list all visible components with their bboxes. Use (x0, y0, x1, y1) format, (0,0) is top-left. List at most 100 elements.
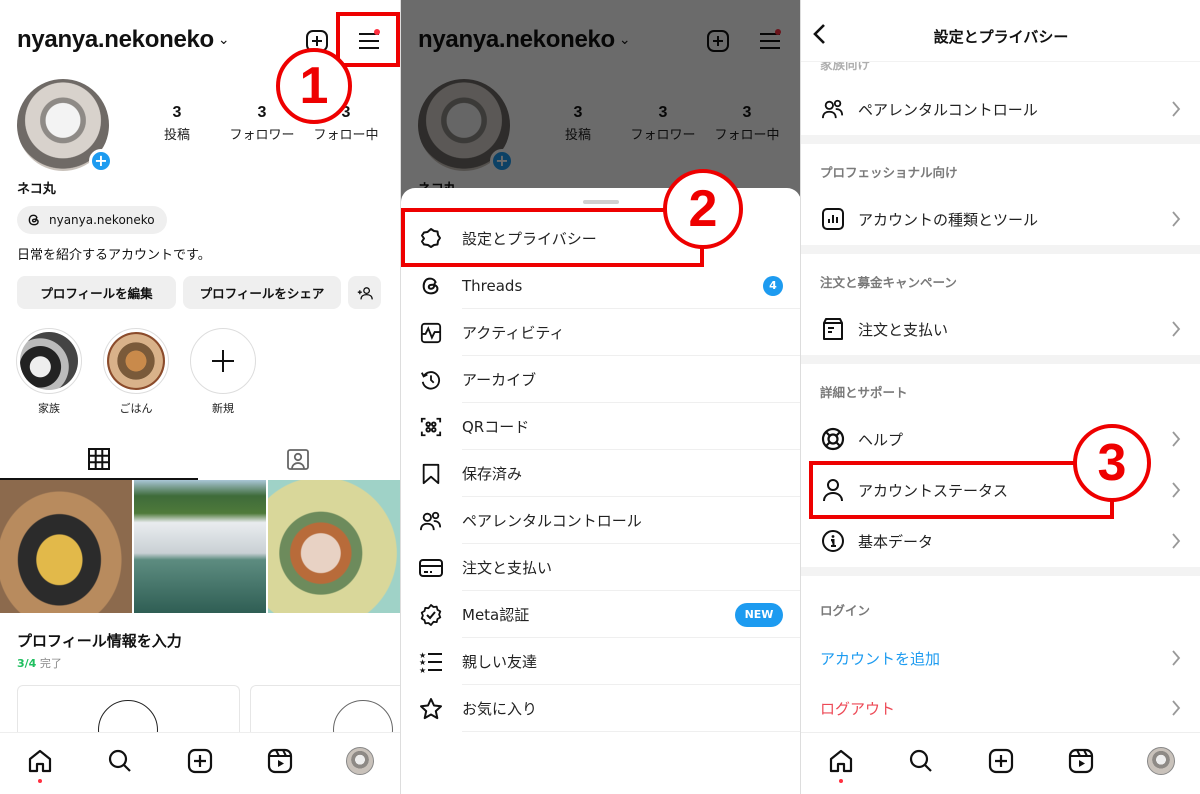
highlight-label: ごはん (119, 402, 153, 415)
bottom-nav (0, 732, 400, 794)
username-switcher[interactable]: nyanya.nekoneko ⌄ (17, 26, 230, 54)
share-profile-button[interactable]: プロフィールをシェア (183, 276, 341, 309)
nav-reels[interactable] (260, 741, 300, 781)
home-icon (829, 749, 853, 772)
tab-posts-grid[interactable] (86, 446, 112, 472)
highlight-label: 家族 (38, 402, 60, 415)
plus-square-icon (988, 748, 1014, 773)
settings-item-add-account[interactable]: アカウントを追加 (801, 633, 1200, 683)
chevron-right-icon (1172, 101, 1181, 117)
grid-icon (88, 448, 110, 470)
settings-item-label: ペアレンタルコントロール (858, 100, 1038, 119)
nav-profile[interactable] (1141, 741, 1181, 781)
annotation-step-number: 1 (276, 48, 352, 124)
chevron-right-icon (1172, 321, 1181, 337)
display-name: ネコ丸 (17, 182, 56, 197)
edit-profile-button[interactable]: プロフィールを編集 (17, 276, 176, 309)
menu-item-label: 注文と支払い (462, 559, 553, 577)
menu-item-label: Meta認証 (462, 606, 530, 624)
menu-item-label: Threads (462, 276, 523, 295)
menu-item-activity[interactable]: アクティビティ (401, 309, 800, 356)
chevron-right-icon (1172, 533, 1181, 549)
search-icon (909, 749, 932, 772)
nav-search[interactable] (100, 741, 140, 781)
post-thumbnail-waterfall[interactable] (134, 480, 266, 613)
close-friends-list-icon: ★ ★ ★ (419, 650, 443, 674)
settings-item-about[interactable]: 基本データ (801, 516, 1200, 566)
nav-home[interactable] (20, 741, 60, 783)
username: nyanya.nekoneko (17, 26, 214, 53)
menu-item-threads[interactable]: Threads 4 (401, 262, 800, 309)
progress-count: 3/4 (17, 657, 37, 670)
section-label-login: ログイン (820, 603, 871, 618)
lifebuoy-help-icon (820, 426, 846, 452)
sheet-drag-handle[interactable] (583, 200, 619, 204)
menu-item-favorites[interactable]: お気に入り (401, 685, 800, 732)
annotation-step-number: 3 (1073, 424, 1151, 502)
settings-item-label: 注文と支払い (858, 320, 949, 339)
menu-item-label: お気に入り (462, 700, 538, 718)
posts-label: 投稿 (163, 128, 190, 143)
profile-screen: nyanya.nekoneko ⌄ + 3 投稿 3 フォロワー 3 フォロー中 ネコ丸… (0, 0, 400, 794)
orders-box-icon (820, 316, 846, 342)
settings-item-parental-control[interactable]: ペアレンタルコントロール (801, 84, 1200, 134)
menu-item-parental-control[interactable]: ペアレンタルコントロール (401, 497, 800, 544)
highlight-meals[interactable]: ごはん (101, 328, 171, 416)
profile-avatar-icon (1147, 746, 1175, 775)
annotation-step-number: 2 (663, 169, 743, 249)
home-icon (28, 749, 52, 772)
menu-item-meta-verified[interactable]: Meta認証 NEW (401, 591, 800, 638)
nav-profile[interactable] (340, 741, 380, 781)
nav-create[interactable] (981, 741, 1021, 781)
discover-people-button[interactable] (348, 276, 381, 309)
menu-item-label: QRコード (462, 418, 530, 436)
menu-screen: nyanya.nekoneko⌄ + 3投稿 3フォロワー 3フォロー中 ネコ丸… (400, 0, 800, 794)
tagged-person-icon (287, 449, 309, 470)
profile-avatar-icon (346, 746, 374, 775)
notification-dot (839, 778, 843, 783)
notification-dot (38, 778, 42, 783)
nav-reels[interactable] (1061, 741, 1101, 781)
plus-square-icon (187, 748, 213, 773)
archive-history-icon (419, 368, 443, 392)
bookmark-icon (419, 462, 443, 486)
menu-item-close-friends[interactable]: ★ ★ ★ 親しい友達 (401, 638, 800, 685)
annotation-highlight-box (809, 461, 1114, 519)
settings-item-orders-payments[interactable]: 注文と支払い (801, 304, 1200, 354)
threads-icon (28, 214, 39, 226)
menu-item-label: ペアレンタルコントロール (462, 512, 642, 530)
threads-link-chip[interactable]: nyanya.nekoneko (17, 206, 167, 234)
nav-create[interactable] (180, 741, 220, 781)
profile-avatar[interactable]: + (17, 79, 113, 173)
settings-header: 設定とプライバシー (801, 0, 1200, 62)
menu-item-archive[interactable]: アーカイブ (401, 356, 800, 403)
nav-home[interactable] (821, 741, 861, 783)
followers-label: フォロワー (229, 128, 295, 143)
posts-count: 3 (172, 104, 182, 121)
menu-item-orders-payments[interactable]: 注文と支払い (401, 544, 800, 591)
highlight-family[interactable]: 家族 (14, 328, 84, 416)
chevron-right-icon (1172, 650, 1181, 666)
menu-item-qr-code[interactable]: QRコード (401, 403, 800, 450)
chevron-right-icon (1172, 700, 1181, 716)
stat-posts[interactable]: 3 投稿 (137, 104, 217, 143)
chevron-right-icon (1172, 482, 1181, 498)
post-thumbnail-puppies[interactable] (268, 480, 400, 613)
add-story-plus-icon[interactable]: + (89, 149, 113, 173)
posts-grid (0, 480, 400, 613)
tab-tagged[interactable] (285, 446, 311, 472)
settings-item-account-type-tools[interactable]: アカウントの種類とツール (801, 194, 1200, 244)
add-account-link: アカウントを追加 (820, 649, 941, 668)
menu-item-label: アーカイブ (462, 371, 537, 389)
qr-code-icon (419, 415, 443, 439)
section-label-professional: プロフェッショナル向け (820, 165, 958, 180)
plus-icon (212, 350, 234, 372)
nav-search[interactable] (901, 741, 941, 781)
section-label-orders-fundraisers: 注文と募金キャンペーン (820, 275, 957, 290)
highlight-new[interactable]: 新規 (188, 328, 258, 416)
post-thumbnail-paella[interactable] (0, 480, 132, 613)
activity-icon (419, 321, 443, 345)
settings-item-logout[interactable]: ログアウト (801, 683, 1200, 733)
menu-item-saved[interactable]: 保存済み (401, 450, 800, 497)
menu-item-label: 親しい友達 (462, 653, 538, 671)
